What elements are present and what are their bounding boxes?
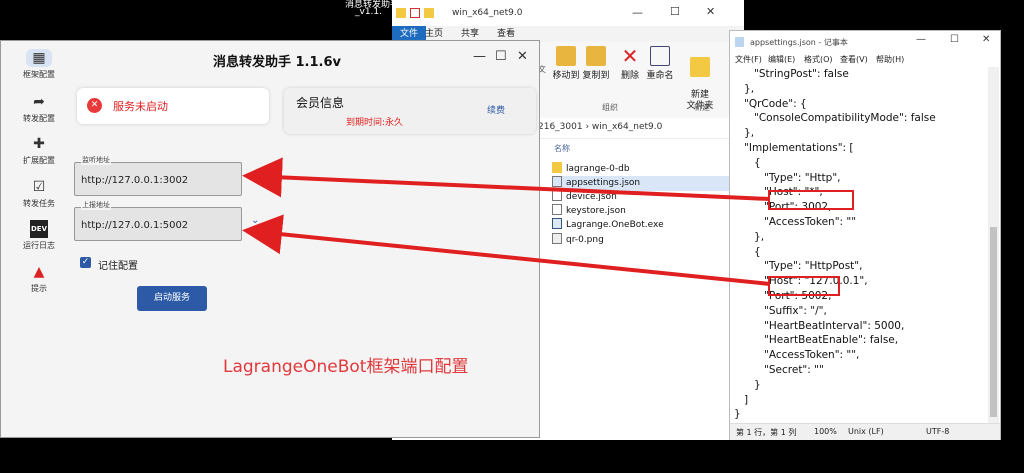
arrow-port-3002 xyxy=(242,157,771,201)
arrow-port-5002 xyxy=(242,214,771,286)
annotation-arrows xyxy=(242,157,771,286)
